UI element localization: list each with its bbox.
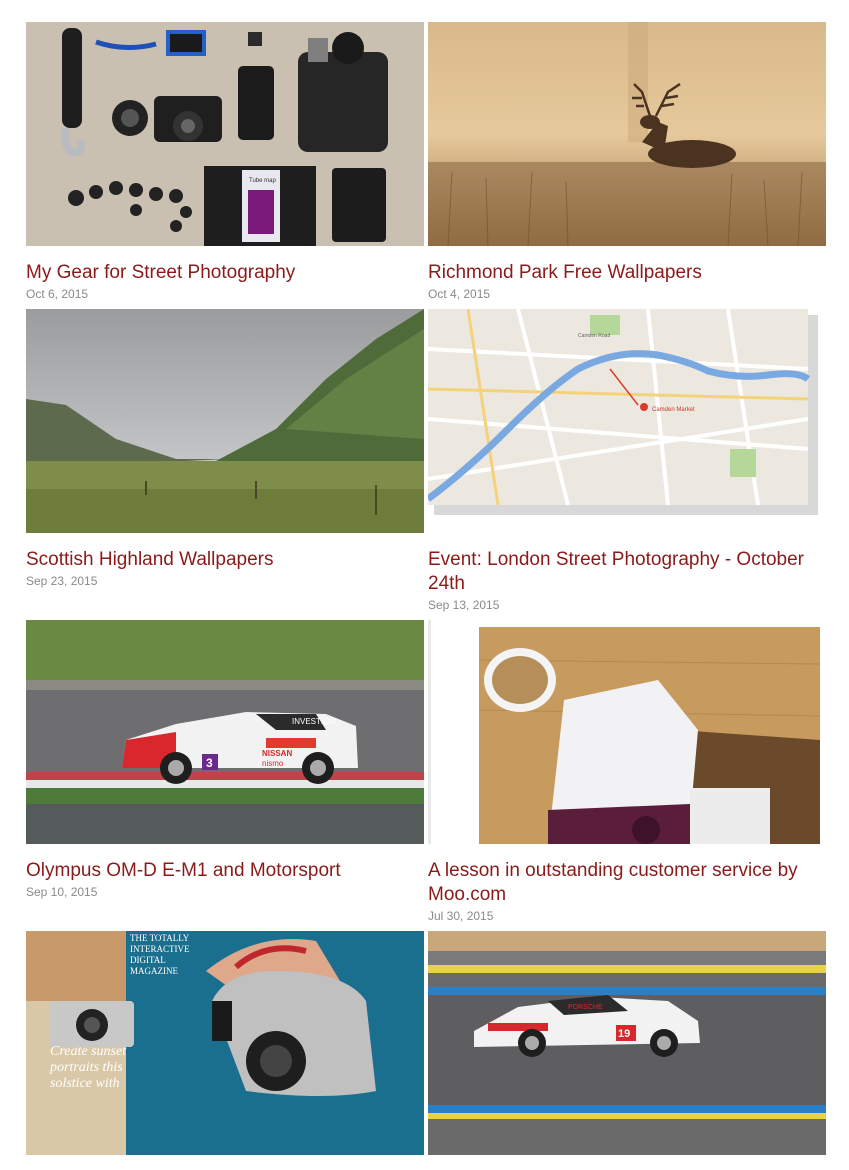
post-thumbnail-porsche[interactable]: 19 PORSCHE xyxy=(428,931,826,1155)
post-title[interactable]: Scottish Highland Wallpapers xyxy=(26,548,424,572)
magazine-line-2: INTERACTIVE xyxy=(130,944,190,954)
post-card: Richmond Park Free Wallpapers Oct 4, 201… xyxy=(428,22,826,301)
post-date: Sep 23, 2015 xyxy=(26,574,98,588)
post-thumbnail-moo[interactable] xyxy=(428,620,826,844)
post-card: Tube map My Gear for Street Photography … xyxy=(26,22,424,301)
magazine-cover-2: portraits this xyxy=(49,1060,123,1075)
post-card: 3 INVESTIGO NISSAN nismo Olympus OM-D E-… xyxy=(26,620,424,899)
car-sponsor: INVESTIGO xyxy=(292,717,336,726)
post-card: A lesson in outstanding customer service… xyxy=(428,620,826,923)
post-thumbnail-nissan[interactable]: 3 INVESTIGO NISSAN nismo xyxy=(26,620,424,844)
magazine-line-1: THE TOTALLY xyxy=(130,933,190,943)
magazine-cover-3: solstice with xyxy=(50,1076,120,1091)
car-brand-sub: nismo xyxy=(262,759,284,768)
map-label-market: Camden Market xyxy=(652,407,695,413)
post-card: Scottish Highland Wallpapers Sep 23, 201… xyxy=(26,309,424,588)
magazine-line-3: DIGITAL xyxy=(130,955,166,965)
post-title[interactable]: Event: London Street Photography - Octob… xyxy=(428,548,826,596)
post-card: 19 PORSCHE xyxy=(428,931,826,1170)
car-brand: NISSAN xyxy=(262,749,292,758)
post-thumbnail-map[interactable]: Camden Market Camden Road xyxy=(428,309,826,533)
car-sponsor: PORSCHE xyxy=(568,1004,603,1011)
post-date: Jul 30, 2015 xyxy=(428,909,494,923)
post-thumbnail-highlands[interactable] xyxy=(26,309,424,533)
car-number: 19 xyxy=(618,1028,630,1040)
post-thumbnail-deer[interactable] xyxy=(428,22,826,246)
post-date: Sep 13, 2015 xyxy=(428,598,500,612)
car-number: 3 xyxy=(206,756,213,770)
magazine-line-4: MAGAZINE xyxy=(130,966,178,976)
post-date: Oct 4, 2015 xyxy=(428,287,491,301)
gear-book-label: Tube map xyxy=(249,178,276,184)
post-card: Camden Market Camden Road Event: London … xyxy=(428,309,826,612)
map-label-road: Camden Road xyxy=(578,333,610,339)
post-title[interactable]: Olympus OM-D E-M1 and Motorsport xyxy=(26,859,424,883)
post-date: Sep 10, 2015 xyxy=(26,885,98,899)
post-title[interactable]: A lesson in outstanding customer service… xyxy=(428,859,826,907)
post-thumbnail-magazine[interactable]: THE TOTALLY INTERACTIVE DIGITAL MAGAZINE… xyxy=(26,931,424,1155)
post-card: THE TOTALLY INTERACTIVE DIGITAL MAGAZINE… xyxy=(26,931,424,1170)
post-date: Oct 6, 2015 xyxy=(26,287,89,301)
post-thumbnail-gear[interactable]: Tube map xyxy=(26,22,424,246)
magazine-cover-1: Create sunset xyxy=(50,1044,127,1059)
post-title[interactable]: Richmond Park Free Wallpapers xyxy=(428,261,826,285)
post-title[interactable]: My Gear for Street Photography xyxy=(26,261,424,285)
